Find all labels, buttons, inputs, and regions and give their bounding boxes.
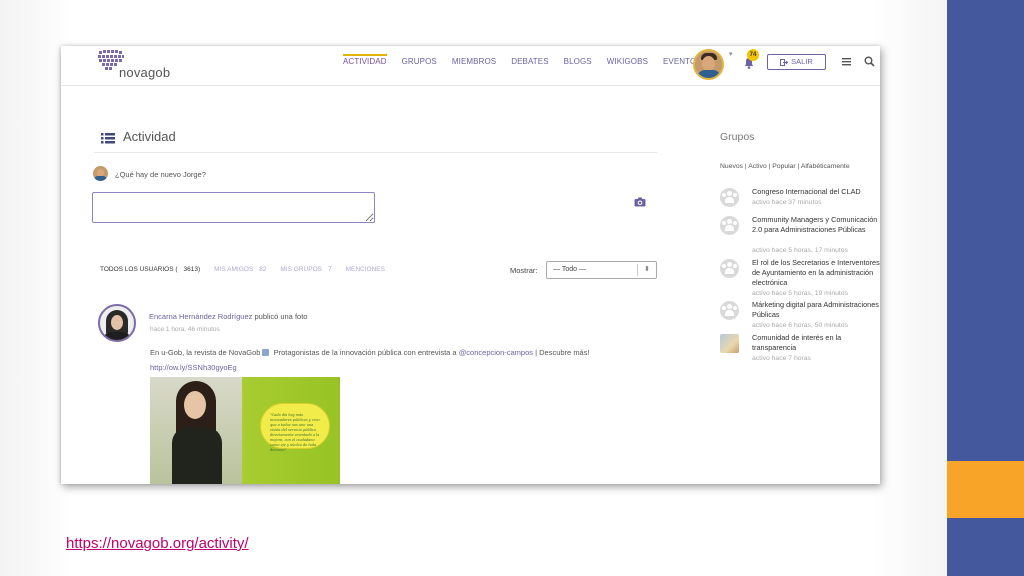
nav-blogs[interactable]: BLOGS [564, 46, 592, 86]
activity-filter-tabs: TODOS LOS USUARIOS (3613) MIS AMIGOS 82 M… [100, 266, 399, 276]
camera-icon[interactable] [634, 197, 646, 207]
nav-actividad[interactable]: ACTIVIDAD [343, 46, 387, 86]
top-navbar: novagob ACTIVIDAD GRUPOS MIEMBROS DEBATE… [61, 46, 880, 86]
slide-accent-block [947, 461, 1024, 518]
mostrar-value: — Todo — [553, 266, 586, 273]
website-screenshot: novagob ACTIVIDAD GRUPOS MIEMBROS DEBATE… [61, 46, 880, 484]
logout-button[interactable]: SALIR [767, 54, 826, 70]
menu-icon[interactable] [841, 56, 852, 67]
group-name[interactable]: Comunidad de interés en la transparencia [752, 333, 880, 353]
activity-timestamp[interactable]: hace 1 hora, 46 minutos [150, 326, 220, 333]
activity-action: publicó una foto [252, 312, 308, 321]
nav-grupos[interactable]: GRUPOS [402, 46, 437, 86]
magazine-icon [262, 349, 270, 356]
groups-sort-options[interactable]: Nuevos | Activo | Popular | Alfabéticame… [720, 163, 850, 170]
nav-debates[interactable]: DEBATES [511, 46, 548, 86]
page-title: Actividad [123, 129, 176, 144]
chevron-down-icon[interactable]: ▾ [729, 50, 733, 58]
user-avatar-small [93, 166, 108, 181]
slide-url-link[interactable]: https://novagob.org/activity/ [66, 535, 249, 552]
logout-label: SALIR [791, 57, 813, 66]
user-avatar[interactable] [693, 49, 724, 80]
group-icon [720, 259, 739, 278]
novagob-logo[interactable]: novagob [97, 49, 177, 83]
quote-text: "Cada día hay más innovadores públicos y… [270, 413, 320, 452]
search-icon[interactable] [864, 56, 875, 67]
group-activity: activo hace 6 horas, 50 minutos [752, 322, 848, 329]
group-name[interactable]: El rol de los Secretarios e Interventore… [752, 258, 880, 288]
mention-link[interactable]: @concepcion-campos [459, 348, 533, 357]
short-url-link[interactable]: http://ow.ly/SSNh30gyoEg [150, 363, 237, 372]
notification-badge: 74 [747, 49, 759, 61]
group-name[interactable]: Congreso Internacional del CLAD [752, 187, 880, 197]
post-update-textarea[interactable] [92, 192, 375, 223]
main-nav: ACTIVIDAD GRUPOS MIEMBROS DEBATES BLOGS … [343, 46, 717, 86]
logo-text: novagob [119, 65, 171, 80]
select-arrows-icon: ⬍ [644, 266, 650, 273]
group-icon [720, 301, 739, 320]
list-icon [101, 133, 115, 144]
tab-mis-grupos[interactable]: MIS GRUPOS 7 [280, 266, 331, 273]
tab-menciones[interactable]: MENCIONES [346, 266, 385, 273]
mostrar-select[interactable]: — Todo — ⬍ [546, 261, 657, 279]
tab-mis-amigos[interactable]: MIS AMIGOS 82 [214, 266, 266, 273]
divider [94, 152, 657, 153]
activity-text: En u-Gob, la revista de NovaGob Protagon… [150, 348, 590, 357]
group-activity: activo hace 37 minutos [752, 199, 822, 206]
group-icon [720, 216, 739, 235]
group-name[interactable]: Community Managers y Comunicación 2.0 pa… [752, 215, 880, 235]
author-link[interactable]: Encarna Hernández Rodríguez [149, 312, 252, 321]
group-activity: activo hace 5 horas, 17 minutos [752, 247, 848, 254]
tab-todos-usuarios[interactable]: TODOS LOS USUARIOS (3613) [100, 266, 200, 273]
group-icon [720, 188, 739, 207]
activity-photo[interactable]: "Cada día hay más innovadores públicos y… [150, 377, 340, 484]
whats-new-prompt: ¿Qué hay de nuevo Jorge? [115, 170, 206, 179]
group-name[interactable]: Márketing digital para Administraciones … [752, 300, 880, 320]
sidebar-title: Grupos [720, 131, 755, 143]
nav-miembros[interactable]: MIEMBROS [452, 46, 496, 86]
author-avatar[interactable] [98, 304, 136, 342]
group-activity: activo hace 5 horas, 19 minutos [752, 290, 848, 297]
mostrar-label: Mostrar: [510, 266, 538, 275]
nav-wikigobs[interactable]: WIKIGOBS [607, 46, 648, 86]
group-photo-icon [720, 334, 739, 353]
group-activity: activo hace 7 horas [752, 355, 811, 362]
sign-out-icon [780, 58, 789, 66]
activity-header: Encarna Hernández Rodríguez publicó una … [149, 312, 307, 321]
